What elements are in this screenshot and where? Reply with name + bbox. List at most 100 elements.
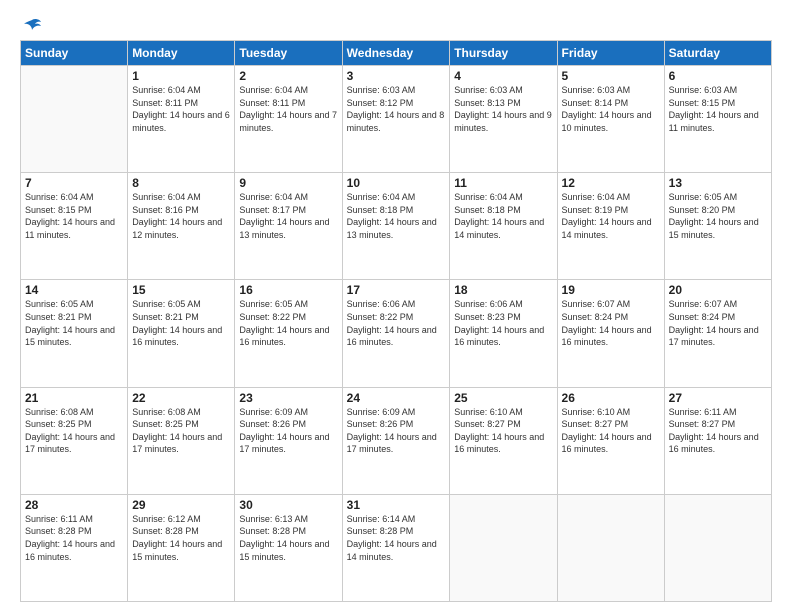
- day-number: 11: [454, 176, 552, 190]
- calendar-cell: 15Sunrise: 6:05 AMSunset: 8:21 PMDayligh…: [128, 280, 235, 387]
- weekday-header-row: SundayMondayTuesdayWednesdayThursdayFrid…: [21, 41, 772, 66]
- day-info: Sunrise: 6:05 AMSunset: 8:21 PMDaylight:…: [25, 298, 123, 348]
- day-info: Sunrise: 6:04 AMSunset: 8:17 PMDaylight:…: [239, 191, 337, 241]
- day-number: 30: [239, 498, 337, 512]
- day-info: Sunrise: 6:03 AMSunset: 8:14 PMDaylight:…: [562, 84, 660, 134]
- day-number: 24: [347, 391, 446, 405]
- calendar-cell: 31Sunrise: 6:14 AMSunset: 8:28 PMDayligh…: [342, 494, 450, 601]
- calendar-cell: 5Sunrise: 6:03 AMSunset: 8:14 PMDaylight…: [557, 66, 664, 173]
- calendar-week-row: 7Sunrise: 6:04 AMSunset: 8:15 PMDaylight…: [21, 173, 772, 280]
- calendar-cell: 12Sunrise: 6:04 AMSunset: 8:19 PMDayligh…: [557, 173, 664, 280]
- day-info: Sunrise: 6:07 AMSunset: 8:24 PMDaylight:…: [669, 298, 767, 348]
- day-number: 6: [669, 69, 767, 83]
- day-number: 28: [25, 498, 123, 512]
- day-number: 23: [239, 391, 337, 405]
- day-number: 22: [132, 391, 230, 405]
- day-info: Sunrise: 6:04 AMSunset: 8:15 PMDaylight:…: [25, 191, 123, 241]
- day-info: Sunrise: 6:06 AMSunset: 8:23 PMDaylight:…: [454, 298, 552, 348]
- calendar-cell: 10Sunrise: 6:04 AMSunset: 8:18 PMDayligh…: [342, 173, 450, 280]
- day-number: 7: [25, 176, 123, 190]
- calendar-cell: [21, 66, 128, 173]
- day-number: 13: [669, 176, 767, 190]
- calendar-week-row: 21Sunrise: 6:08 AMSunset: 8:25 PMDayligh…: [21, 387, 772, 494]
- day-info: Sunrise: 6:04 AMSunset: 8:16 PMDaylight:…: [132, 191, 230, 241]
- day-info: Sunrise: 6:08 AMSunset: 8:25 PMDaylight:…: [25, 406, 123, 456]
- calendar-cell: 13Sunrise: 6:05 AMSunset: 8:20 PMDayligh…: [664, 173, 771, 280]
- calendar-cell: 20Sunrise: 6:07 AMSunset: 8:24 PMDayligh…: [664, 280, 771, 387]
- calendar-cell: 24Sunrise: 6:09 AMSunset: 8:26 PMDayligh…: [342, 387, 450, 494]
- day-number: 10: [347, 176, 446, 190]
- calendar-table: SundayMondayTuesdayWednesdayThursdayFrid…: [20, 40, 772, 602]
- day-info: Sunrise: 6:09 AMSunset: 8:26 PMDaylight:…: [347, 406, 446, 456]
- day-info: Sunrise: 6:04 AMSunset: 8:18 PMDaylight:…: [347, 191, 446, 241]
- weekday-header-monday: Monday: [128, 41, 235, 66]
- calendar-cell: 6Sunrise: 6:03 AMSunset: 8:15 PMDaylight…: [664, 66, 771, 173]
- weekday-header-friday: Friday: [557, 41, 664, 66]
- calendar-week-row: 14Sunrise: 6:05 AMSunset: 8:21 PMDayligh…: [21, 280, 772, 387]
- day-info: Sunrise: 6:05 AMSunset: 8:20 PMDaylight:…: [669, 191, 767, 241]
- calendar-cell: [664, 494, 771, 601]
- day-info: Sunrise: 6:12 AMSunset: 8:28 PMDaylight:…: [132, 513, 230, 563]
- day-info: Sunrise: 6:05 AMSunset: 8:22 PMDaylight:…: [239, 298, 337, 348]
- day-number: 1: [132, 69, 230, 83]
- day-number: 27: [669, 391, 767, 405]
- calendar-cell: 3Sunrise: 6:03 AMSunset: 8:12 PMDaylight…: [342, 66, 450, 173]
- calendar-cell: 27Sunrise: 6:11 AMSunset: 8:27 PMDayligh…: [664, 387, 771, 494]
- day-info: Sunrise: 6:07 AMSunset: 8:24 PMDaylight:…: [562, 298, 660, 348]
- weekday-header-thursday: Thursday: [450, 41, 557, 66]
- calendar-cell: 16Sunrise: 6:05 AMSunset: 8:22 PMDayligh…: [235, 280, 342, 387]
- calendar-cell: 23Sunrise: 6:09 AMSunset: 8:26 PMDayligh…: [235, 387, 342, 494]
- day-number: 4: [454, 69, 552, 83]
- logo: [20, 18, 42, 34]
- day-number: 21: [25, 391, 123, 405]
- calendar-cell: 4Sunrise: 6:03 AMSunset: 8:13 PMDaylight…: [450, 66, 557, 173]
- calendar-cell: 9Sunrise: 6:04 AMSunset: 8:17 PMDaylight…: [235, 173, 342, 280]
- day-number: 17: [347, 283, 446, 297]
- day-number: 19: [562, 283, 660, 297]
- calendar-week-row: 28Sunrise: 6:11 AMSunset: 8:28 PMDayligh…: [21, 494, 772, 601]
- day-number: 14: [25, 283, 123, 297]
- calendar-cell: [450, 494, 557, 601]
- calendar-cell: 26Sunrise: 6:10 AMSunset: 8:27 PMDayligh…: [557, 387, 664, 494]
- day-number: 29: [132, 498, 230, 512]
- day-number: 5: [562, 69, 660, 83]
- page: SundayMondayTuesdayWednesdayThursdayFrid…: [0, 0, 792, 612]
- calendar-cell: 25Sunrise: 6:10 AMSunset: 8:27 PMDayligh…: [450, 387, 557, 494]
- day-info: Sunrise: 6:05 AMSunset: 8:21 PMDaylight:…: [132, 298, 230, 348]
- calendar-cell: 8Sunrise: 6:04 AMSunset: 8:16 PMDaylight…: [128, 173, 235, 280]
- day-info: Sunrise: 6:03 AMSunset: 8:15 PMDaylight:…: [669, 84, 767, 134]
- day-info: Sunrise: 6:09 AMSunset: 8:26 PMDaylight:…: [239, 406, 337, 456]
- weekday-header-wednesday: Wednesday: [342, 41, 450, 66]
- calendar-cell: 29Sunrise: 6:12 AMSunset: 8:28 PMDayligh…: [128, 494, 235, 601]
- day-number: 25: [454, 391, 552, 405]
- weekday-header-tuesday: Tuesday: [235, 41, 342, 66]
- calendar-cell: [557, 494, 664, 601]
- day-info: Sunrise: 6:04 AMSunset: 8:19 PMDaylight:…: [562, 191, 660, 241]
- calendar-cell: 7Sunrise: 6:04 AMSunset: 8:15 PMDaylight…: [21, 173, 128, 280]
- day-number: 18: [454, 283, 552, 297]
- day-number: 26: [562, 391, 660, 405]
- weekday-header-sunday: Sunday: [21, 41, 128, 66]
- calendar-cell: 2Sunrise: 6:04 AMSunset: 8:11 PMDaylight…: [235, 66, 342, 173]
- day-info: Sunrise: 6:04 AMSunset: 8:18 PMDaylight:…: [454, 191, 552, 241]
- day-number: 20: [669, 283, 767, 297]
- calendar-week-row: 1Sunrise: 6:04 AMSunset: 8:11 PMDaylight…: [21, 66, 772, 173]
- calendar-cell: 21Sunrise: 6:08 AMSunset: 8:25 PMDayligh…: [21, 387, 128, 494]
- weekday-header-saturday: Saturday: [664, 41, 771, 66]
- day-info: Sunrise: 6:14 AMSunset: 8:28 PMDaylight:…: [347, 513, 446, 563]
- day-info: Sunrise: 6:08 AMSunset: 8:25 PMDaylight:…: [132, 406, 230, 456]
- day-info: Sunrise: 6:06 AMSunset: 8:22 PMDaylight:…: [347, 298, 446, 348]
- calendar-cell: 1Sunrise: 6:04 AMSunset: 8:11 PMDaylight…: [128, 66, 235, 173]
- logo-bird-icon: [22, 18, 42, 34]
- calendar-cell: 18Sunrise: 6:06 AMSunset: 8:23 PMDayligh…: [450, 280, 557, 387]
- day-number: 9: [239, 176, 337, 190]
- calendar-cell: 11Sunrise: 6:04 AMSunset: 8:18 PMDayligh…: [450, 173, 557, 280]
- day-info: Sunrise: 6:03 AMSunset: 8:13 PMDaylight:…: [454, 84, 552, 134]
- calendar-cell: 28Sunrise: 6:11 AMSunset: 8:28 PMDayligh…: [21, 494, 128, 601]
- day-info: Sunrise: 6:10 AMSunset: 8:27 PMDaylight:…: [562, 406, 660, 456]
- header: [20, 18, 772, 34]
- day-number: 31: [347, 498, 446, 512]
- day-info: Sunrise: 6:13 AMSunset: 8:28 PMDaylight:…: [239, 513, 337, 563]
- day-number: 8: [132, 176, 230, 190]
- day-number: 15: [132, 283, 230, 297]
